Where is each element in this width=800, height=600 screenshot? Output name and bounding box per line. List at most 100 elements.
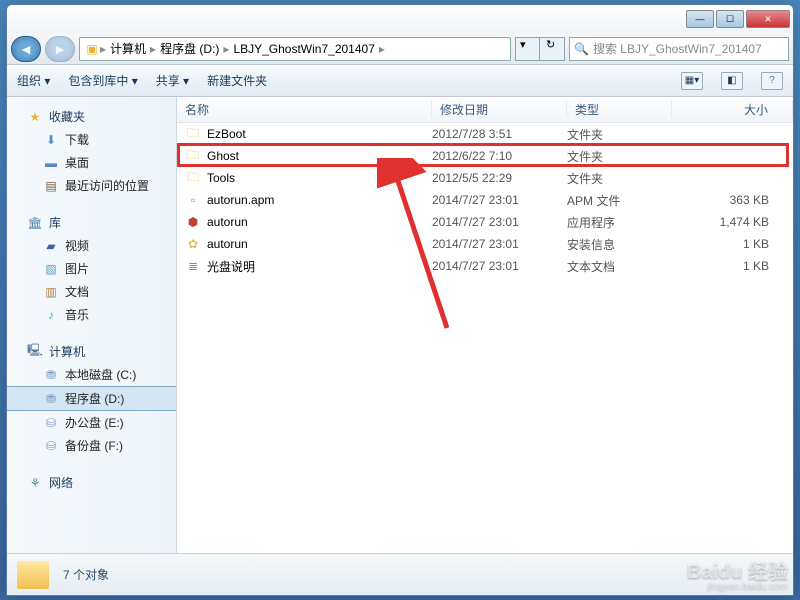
file-date: 2012/7/28 3:51 — [432, 127, 567, 141]
file-row[interactable]: ✿autorun2014/7/27 23:01安装信息1 KB — [177, 233, 793, 255]
download-icon: ⬇ — [43, 133, 59, 147]
favorites-group[interactable]: ★ 收藏夹 — [7, 105, 176, 128]
sidebar-item-downloads[interactable]: ⬇下载 — [7, 128, 176, 151]
file-name: Ghost — [207, 149, 239, 163]
sidebar-item-label: 文档 — [65, 283, 89, 300]
breadcrumb-computer[interactable]: 计算机 — [106, 40, 150, 57]
file-date: 2012/5/5 22:29 — [432, 171, 567, 185]
file-name: EzBoot — [207, 127, 246, 141]
file-date: 2012/6/22 7:10 — [432, 149, 567, 163]
file-row[interactable]: 🗀 Ghost 2012/6/22 7:10文件夹 — [177, 145, 793, 167]
computer-group[interactable]: 🖳计算机 — [7, 340, 176, 363]
breadcrumb-folder[interactable]: LBJY_GhostWin7_201407 — [229, 42, 378, 56]
file-date: 2014/7/27 23:01 — [432, 259, 567, 273]
column-headers: 名称 修改日期 类型 大小 — [177, 97, 793, 123]
file-row[interactable]: 🗀 EzBoot 2012/7/28 3:51文件夹 — [177, 123, 793, 145]
computer-label: 计算机 — [49, 343, 85, 360]
file-date: 2014/7/27 23:01 — [432, 215, 567, 229]
status-text: 7 个对象 — [63, 566, 109, 583]
search-input[interactable]: 🔍 搜索 LBJY_GhostWin7_201407 — [569, 37, 789, 61]
sidebar-item-drive-d[interactable]: ⛃程序盘 (D:) — [7, 386, 176, 411]
file-list-pane: 名称 修改日期 类型 大小 🗀EzBoot2012/7/28 3:51文件夹🗀G… — [177, 97, 793, 553]
sidebar-item-drive-e[interactable]: ⛁办公盘 (E:) — [7, 411, 176, 434]
column-size[interactable]: 大小 — [672, 101, 793, 118]
folder-icon: ▣ — [84, 42, 100, 56]
file-type: 安装信息 — [567, 236, 672, 253]
sidebar-item-videos[interactable]: ▰ 视频 — [7, 234, 176, 257]
sidebar-item-label: 桌面 — [65, 154, 89, 171]
sidebar-item-label: 视频 — [65, 237, 89, 254]
sidebar-item-desktop[interactable]: ▬ 桌面 — [7, 151, 176, 174]
forward-button[interactable]: ► — [45, 36, 75, 62]
toolbar: 组织 ▾ 包含到库中 ▾ 共享 ▾ 新建文件夹 ▦▾ ◧ ? — [7, 65, 793, 97]
sidebar-item-pictures[interactable]: ▧ 图片 — [7, 257, 176, 280]
picture-icon: ▧ — [43, 262, 59, 276]
file-name: autorun.apm — [207, 193, 274, 207]
sidebar-item-music[interactable]: ♪音乐 — [7, 303, 176, 326]
file-name: autorun — [207, 237, 248, 251]
folder-icon: 🗀 — [185, 149, 201, 163]
file-row[interactable]: ▫autorun.apm2014/7/27 23:01APM 文件363 KB — [177, 189, 793, 211]
address-bar[interactable]: ▣ ▸ 计算机 ▸ 程序盘 (D:) ▸ LBJY_GhostWin7_2014… — [79, 37, 511, 61]
search-icon: 🔍 — [574, 42, 589, 56]
share-menu[interactable]: 共享 ▾ — [156, 72, 189, 89]
back-button[interactable]: ◄ — [11, 36, 41, 62]
help-button[interactable]: ? — [761, 72, 783, 90]
new-folder-button[interactable]: 新建文件夹 — [207, 72, 267, 89]
status-bar: 7 个对象 — [7, 553, 793, 595]
inf-icon: ✿ — [185, 237, 201, 251]
video-icon: ▰ — [43, 239, 59, 253]
libraries-group[interactable]: 🏛库 — [7, 211, 176, 234]
column-type[interactable]: 类型 — [567, 101, 672, 118]
file-row[interactable]: ≣光盘说明2014/7/27 23:01文本文档1 KB — [177, 255, 793, 277]
file-type: APM 文件 — [567, 192, 672, 209]
star-icon: ★ — [27, 110, 43, 124]
view-options-button[interactable]: ▦▾ — [681, 72, 703, 90]
file-name: 光盘说明 — [207, 258, 255, 275]
sidebar-item-drive-c[interactable]: ⛃本地磁盘 (C:) — [7, 363, 176, 386]
file-rows: 🗀EzBoot2012/7/28 3:51文件夹🗀Ghost2012/6/22 … — [177, 123, 793, 553]
search-placeholder: 搜索 LBJY_GhostWin7_201407 — [593, 40, 762, 57]
refresh-button[interactable]: ↻ — [540, 38, 564, 60]
column-name[interactable]: 名称 — [177, 101, 432, 118]
favorites-label: 收藏夹 — [49, 108, 85, 125]
recent-icon: ▤ — [43, 179, 59, 193]
network-group[interactable]: ⚘ 网络 — [7, 471, 176, 494]
folder-icon: 🗀 — [185, 171, 201, 185]
include-in-library-menu[interactable]: 包含到库中 ▾ — [68, 72, 137, 89]
organize-menu[interactable]: 组织 ▾ — [17, 72, 50, 89]
breadcrumb-drive[interactable]: 程序盘 (D:) — [156, 40, 223, 57]
sidebar-item-label: 程序盘 (D:) — [65, 390, 124, 407]
file-type: 文件夹 — [567, 126, 672, 143]
file-size: 1 KB — [672, 259, 793, 273]
library-icon: 🏛 — [27, 216, 43, 230]
sidebar-item-documents[interactable]: ▥文档 — [7, 280, 176, 303]
history-dropdown[interactable]: ▾ — [516, 38, 540, 60]
sidebar-item-recent[interactable]: ▤最近访问的位置 — [7, 174, 176, 197]
file-size: 363 KB — [672, 193, 793, 207]
maximize-button[interactable]: ☐ — [716, 10, 744, 28]
file-date: 2014/7/27 23:01 — [432, 193, 567, 207]
file-type: 文件夹 — [567, 170, 672, 187]
sidebar-item-label: 备份盘 (F:) — [65, 437, 123, 454]
file-type: 文件夹 — [567, 148, 672, 165]
folder-icon — [17, 561, 49, 589]
minimize-button[interactable]: — — [686, 10, 714, 28]
sidebar-item-drive-f[interactable]: ⛁备份盘 (F:) — [7, 434, 176, 457]
sidebar-item-label: 图片 — [65, 260, 89, 277]
navigation-pane: ★ 收藏夹 ⬇下载 ▬ 桌面 ▤最近访问的位置 🏛库 ▰ 视频 ▧ 图片 ▥文档 ♪音乐… — [7, 97, 177, 553]
folder-icon: 🗀 — [185, 127, 201, 141]
sidebar-item-label: 本地磁盘 (C:) — [65, 366, 136, 383]
network-label: 网络 — [49, 474, 73, 491]
file-name: Tools — [207, 171, 235, 185]
file-row[interactable]: ⬢autorun2014/7/27 23:01应用程序1,474 KB — [177, 211, 793, 233]
close-button[interactable]: ✕ — [746, 10, 790, 28]
explorer-window: — ☐ ✕ ◄ ► ▣ ▸ 计算机 ▸ 程序盘 (D:) ▸ LBJY_Ghos… — [6, 4, 794, 596]
txt-icon: ≣ — [185, 259, 201, 273]
preview-pane-button[interactable]: ◧ — [721, 72, 743, 90]
desktop-icon: ▬ — [43, 156, 59, 170]
column-date[interactable]: 修改日期 — [432, 101, 567, 118]
file-row[interactable]: 🗀 Tools 2012/5/5 22:29文件夹 — [177, 167, 793, 189]
file-size: 1 KB — [672, 237, 793, 251]
network-icon: ⚘ — [27, 476, 43, 490]
